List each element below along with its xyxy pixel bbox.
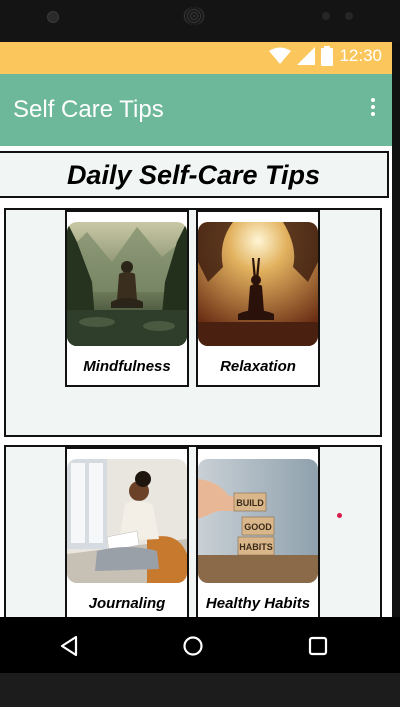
main-content: Daily Self-Care Tips Mindfulness Relaxat… (0, 146, 392, 617)
app-toolbar: Self Care Tips (0, 74, 392, 146)
phone-bezel-bottom (0, 673, 400, 707)
relaxation-image (198, 222, 318, 346)
app-title: Self Care Tips (13, 96, 164, 123)
page-heading: Daily Self-Care Tips (66, 160, 321, 190)
healthy-habits-image: BUILD GOOD HABITS (198, 459, 318, 583)
good-block-text: GOOD (244, 522, 272, 532)
journaling-image (67, 459, 187, 583)
tips-row-2: Journaling BUILD GOOD HABITS Healthy Hab… (4, 445, 382, 617)
phone-bezel-top (0, 0, 400, 42)
wifi-icon (269, 47, 292, 64)
tips-row-1: Mindfulness Relaxation (4, 208, 382, 437)
heading-container: Daily Self-Care Tips (0, 151, 389, 198)
screen-edge (392, 42, 400, 617)
front-camera (47, 11, 59, 23)
home-icon[interactable] (180, 633, 206, 659)
recents-icon[interactable] (305, 633, 331, 659)
signal-icon (297, 47, 316, 65)
build-block-text: BUILD (236, 498, 264, 508)
tip-label-mindfulness: Mindfulness (83, 358, 171, 375)
tip-label-journaling: Journaling (88, 595, 166, 612)
tip-card-relaxation[interactable]: Relaxation (196, 210, 320, 387)
system-navigation-bar (0, 617, 400, 673)
tip-card-journaling[interactable]: Journaling (65, 447, 189, 617)
earpiece-speaker (183, 7, 205, 25)
habits-block-text: HABITS (239, 542, 273, 552)
status-time: 12:30 (339, 46, 382, 65)
tip-card-healthy-habits[interactable]: BUILD GOOD HABITS Healthy Habits (196, 447, 320, 617)
status-bar: 12:30 (0, 42, 392, 74)
light-sensor (345, 12, 353, 20)
tip-label-relaxation: Relaxation (220, 358, 296, 375)
overflow-menu-icon[interactable] (370, 98, 376, 120)
mindfulness-image (67, 222, 187, 346)
proximity-sensor (322, 12, 330, 20)
back-icon[interactable] (56, 633, 82, 659)
battery-icon (321, 46, 334, 66)
indicator-dot (337, 513, 342, 518)
tip-label-healthy-habits: Healthy Habits (205, 595, 311, 612)
tip-card-mindfulness[interactable]: Mindfulness (65, 210, 189, 387)
